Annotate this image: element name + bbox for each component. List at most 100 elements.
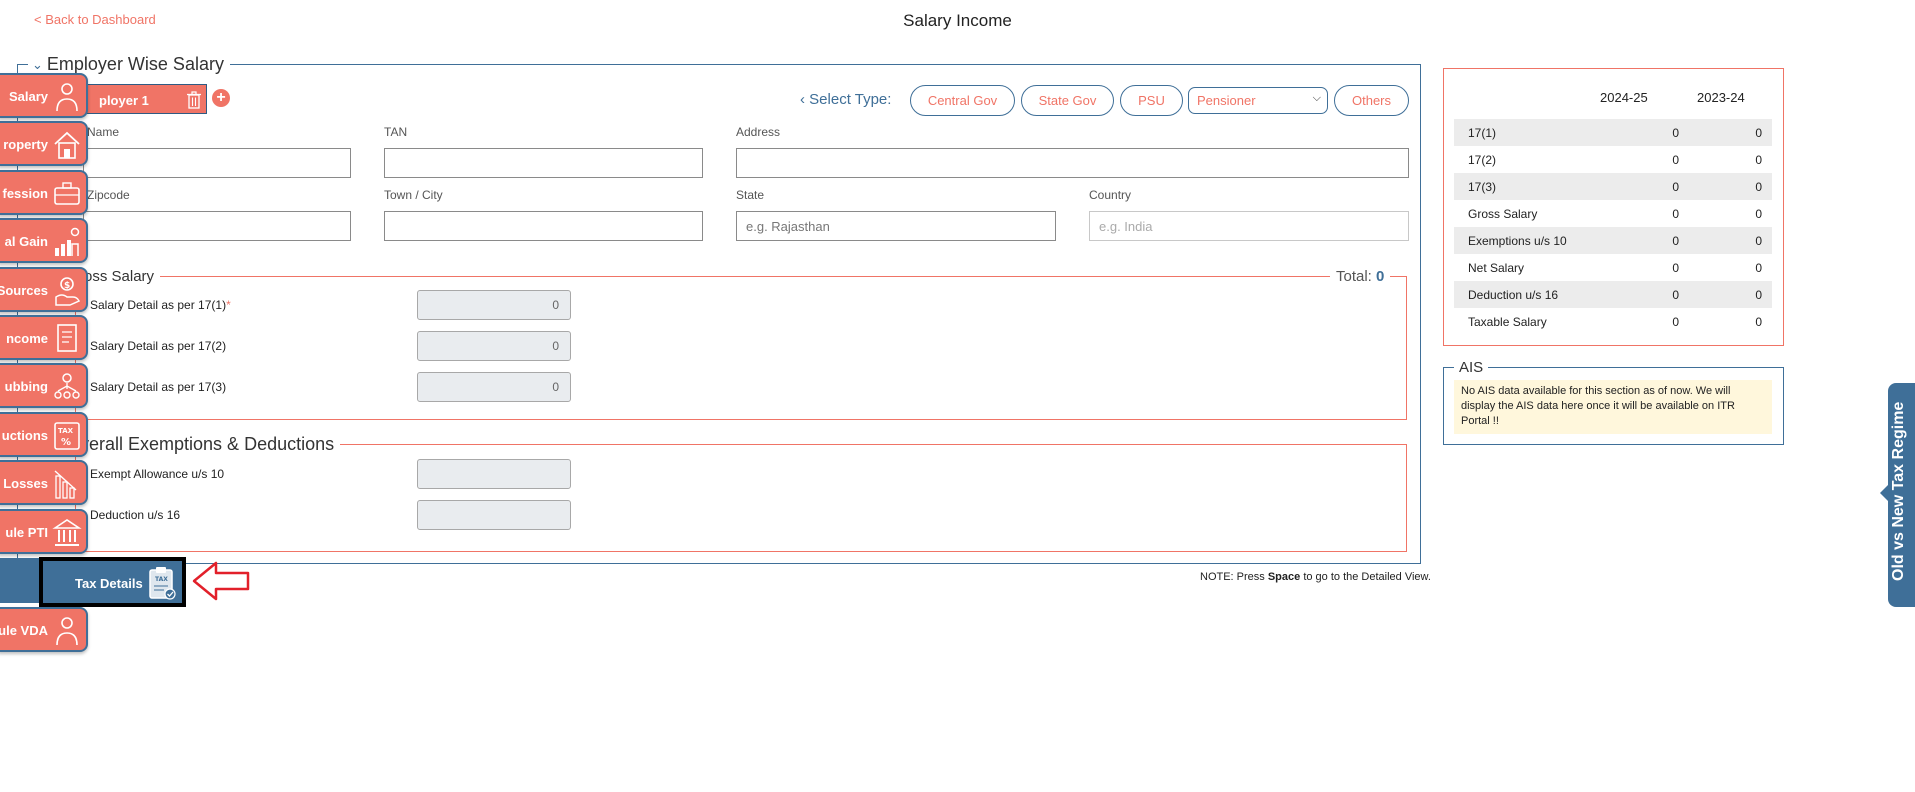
person-icon — [56, 83, 78, 112]
sidebar-item-8[interactable]: Losses — [0, 460, 88, 506]
svg-text:$: $ — [64, 281, 70, 291]
sidebar-item-4[interactable]: Sources $ — [0, 266, 88, 312]
sidebar-item-label: Losses — [3, 476, 48, 492]
summary-row: 17(1) 0 0 — [1454, 119, 1772, 146]
summary-row-value: 0 — [1755, 207, 1762, 221]
employer-legend[interactable]: ⌄ Employer Wise Salary — [28, 54, 230, 75]
summary-row: 17(3) 0 0 — [1454, 173, 1772, 200]
salary-173-label: Salary Detail as per 17(3) — [90, 380, 227, 394]
required-mark: * — [226, 298, 231, 312]
sidebar-item-5[interactable]: ncome — [0, 315, 88, 360]
sidebar-item-label: roperty — [3, 137, 48, 153]
salary-171-text: Salary Detail as per 17(1) — [90, 298, 227, 312]
employer-legend-text: Employer Wise Salary — [46, 54, 224, 74]
deductions-legend: verall Exemptions & Deductions — [80, 434, 341, 455]
sidebar-item-1[interactable]: roperty — [0, 121, 88, 167]
employer-tab-label: ployer 1 — [99, 93, 149, 108]
summary-row-label: 17(1) — [1468, 126, 1497, 140]
document-icon — [57, 324, 77, 352]
sidebar-item-label: fession — [2, 185, 48, 201]
summary-row-value: 0 — [1755, 153, 1762, 167]
name-label: Name — [87, 125, 120, 139]
gross-salary-legend: oss Salary — [84, 268, 161, 285]
trash-icon[interactable] — [186, 91, 202, 109]
gross-total-label: Total: — [1336, 268, 1372, 285]
svg-text:%: % — [61, 437, 71, 448]
group-icon — [54, 373, 80, 400]
state-label: State — [736, 188, 765, 202]
note-suffix: to go to the Detailed View. — [1300, 571, 1431, 583]
country-input[interactable]: e.g. India — [1089, 211, 1409, 241]
type-select-value: Pensioner — [1197, 93, 1256, 108]
type-psu-button[interactable]: PSU — [1120, 85, 1183, 116]
summary-row: Exemptions u/s 10 0 0 — [1454, 227, 1772, 254]
sidebar-item-2[interactable]: fession — [0, 169, 88, 215]
summary-row-label: Net Salary — [1468, 261, 1525, 275]
address-input[interactable] — [736, 148, 1409, 178]
sidebar-item-6[interactable]: ubbing — [0, 363, 88, 409]
svg-text:TAX: TAX — [58, 427, 74, 435]
summary-row-value: 0 — [1672, 315, 1679, 329]
summary-row: Taxable Salary 0 0 — [1454, 308, 1772, 335]
chart-person-icon — [55, 227, 80, 257]
tan-input[interactable] — [384, 148, 703, 178]
chart-down-icon — [54, 470, 77, 499]
add-employer-icon[interactable]: + — [212, 89, 230, 107]
zipcode-label: Zipcode — [87, 188, 130, 202]
page-title: Salary Income — [903, 11, 1012, 30]
summary-row-value: 0 — [1672, 126, 1679, 140]
sidebar-item-9[interactable]: ule PTI — [0, 508, 88, 554]
name-input[interactable] — [83, 148, 351, 178]
tax-clipboard-icon: TAX — [149, 567, 176, 600]
type-central-gov-button[interactable]: Central Gov — [910, 85, 1015, 116]
sidebar-item-vda[interactable]: ule VDA — [0, 607, 88, 652]
summary-row-label: Deduction u/s 16 — [1468, 288, 1559, 302]
chevron-down-icon: ⌵ — [1312, 92, 1321, 104]
salary-172-input[interactable]: 0 — [417, 331, 571, 361]
bank-icon — [52, 518, 82, 546]
type-others-button[interactable]: Others — [1334, 85, 1409, 116]
salary-173-input[interactable]: 0 — [417, 372, 571, 402]
summary-row-label: 17(3) — [1468, 180, 1497, 194]
arrow-left-icon — [192, 561, 250, 601]
tax-percent-icon: TAX% — [54, 421, 80, 450]
summary-row-value: 0 — [1755, 234, 1762, 248]
sidebar-item-3[interactable]: al Gain — [0, 218, 88, 264]
employer-tab[interactable]: ployer 1 — [80, 84, 207, 114]
sidebar-item-label: Salary — [8, 89, 48, 104]
ais-legend: AIS — [1454, 359, 1489, 376]
deduction-16-input[interactable] — [417, 500, 571, 530]
sidebar-item-0[interactable]: Salary — [0, 73, 88, 118]
type-select-dropdown[interactable]: Pensioner ⌵ — [1188, 87, 1328, 114]
summary-row-value: 0 — [1672, 180, 1679, 194]
city-input[interactable] — [384, 211, 703, 241]
exempt-allowance-input[interactable] — [417, 459, 571, 489]
summary-row-label: Taxable Salary — [1468, 315, 1547, 329]
sidebar-item-label: ule VDA — [0, 623, 48, 638]
salary-171-label: Salary Detail as per 17(1)* — [90, 298, 231, 312]
salary-171-input[interactable]: 0 — [417, 290, 571, 320]
sidebar-item-label: Tax Details — [75, 576, 143, 591]
sidebar-item-tax-details[interactable]: Tax Details TAX — [39, 557, 186, 607]
summary-year-previous: 2023-24 — [1697, 90, 1745, 105]
city-label: Town / City — [384, 188, 443, 202]
select-type-text: Select Type: — [809, 91, 892, 108]
summary-row-value: 0 — [1672, 153, 1679, 167]
summary-row-value: 0 — [1755, 315, 1762, 329]
page-title-wrap: Salary Income — [0, 11, 1915, 31]
zipcode-input[interactable] — [83, 211, 351, 241]
state-input[interactable]: e.g. Rajasthan — [736, 211, 1056, 241]
summary-row-value: 0 — [1755, 261, 1762, 275]
old-vs-new-regime-tab[interactable]: Old vs New Tax Regime — [1888, 383, 1915, 607]
note-text: NOTE: Press Space to go to the Detailed … — [1200, 571, 1431, 583]
note-key: Space — [1267, 571, 1301, 583]
type-state-gov-button[interactable]: State Gov — [1021, 85, 1114, 116]
person-icon — [56, 617, 78, 646]
summary-row-label: 17(2) — [1468, 153, 1497, 167]
salary-172-label: Salary Detail as per 17(2) — [90, 339, 227, 353]
sidebar-item-7[interactable]: uctions TAX% — [0, 411, 88, 457]
gross-total: Total: 0 — [1330, 268, 1391, 285]
country-label: Country — [1089, 188, 1132, 202]
chevron-down-icon[interactable]: ⌄ — [32, 57, 43, 73]
summary-row: Deduction u/s 16 0 0 — [1454, 281, 1772, 308]
